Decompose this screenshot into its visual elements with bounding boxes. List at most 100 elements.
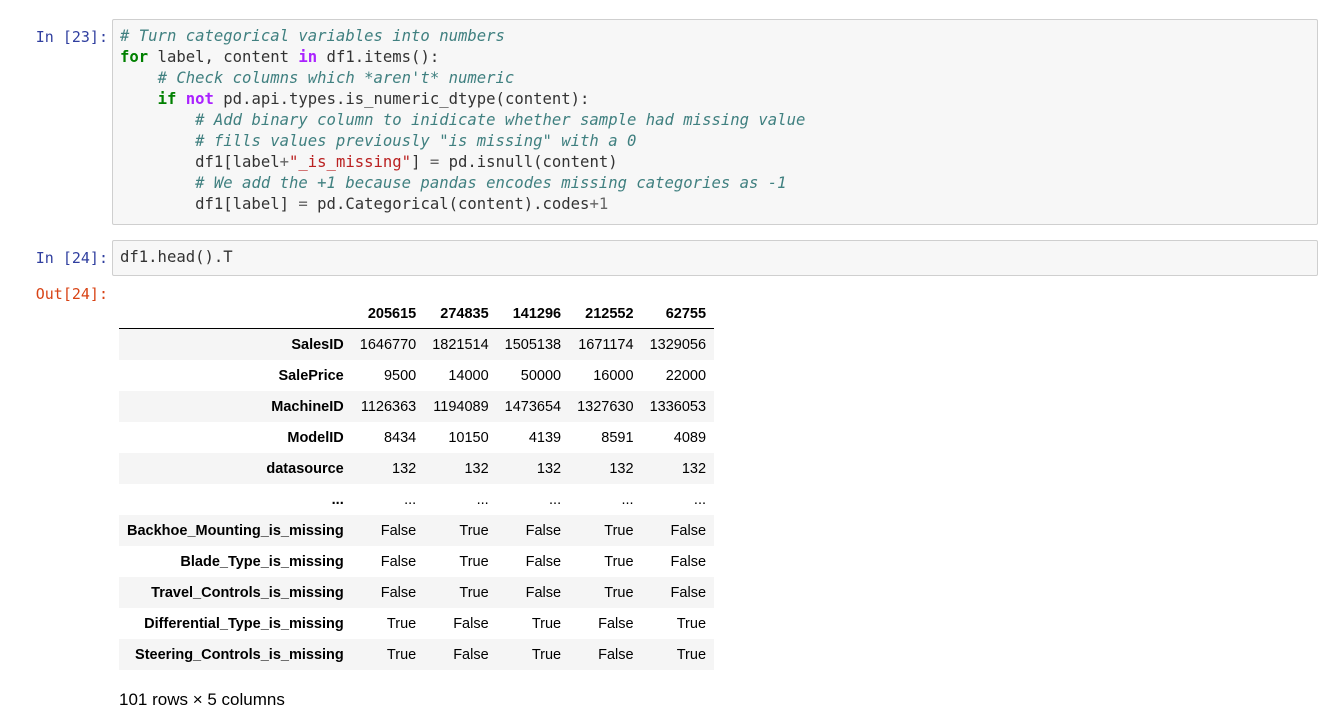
table-cell: 1194089 — [433, 398, 489, 415]
column-header: 62755 — [641, 300, 715, 329]
table-cell: False — [453, 646, 489, 663]
table-cell: 10150 — [448, 429, 489, 446]
code-token: df1.head().T — [120, 248, 233, 266]
table-cell: ... — [693, 491, 707, 508]
row-label: Differential_Type_is_missing — [144, 615, 344, 632]
table-cell: False — [670, 584, 707, 601]
table-cell: 132 — [609, 460, 634, 477]
code-cell-23[interactable]: In [23]: # Turn categorical variables in… — [0, 19, 1318, 225]
table-cell: 1821514 — [432, 336, 489, 353]
code-token: + — [279, 153, 289, 171]
code-token: in — [298, 48, 318, 66]
code-text-23[interactable]: # Turn categorical variables into number… — [113, 20, 1317, 221]
table-cell: True — [531, 646, 562, 663]
table-cell: False — [453, 615, 489, 632]
table-cell: True — [459, 584, 489, 601]
code-token: + — [589, 195, 599, 213]
row-label: ... — [331, 491, 344, 508]
code-token: # We add the +1 because pandas encodes m… — [195, 174, 787, 192]
code-token: df1[label] — [120, 195, 299, 213]
row-label: Blade_Type_is_missing — [180, 553, 344, 570]
code-editor-24[interactable]: df1.head().T — [112, 240, 1318, 276]
row-label: Steering_Controls_is_missing — [135, 646, 344, 663]
table-cell: 1329056 — [649, 336, 707, 353]
output-prompt-24: Out[24]: — [35, 285, 108, 303]
table-cell: ... — [404, 491, 417, 508]
table-row: SalePrice 9500 14000 50000 16000 22000 — [119, 360, 714, 391]
table-cell: 1473654 — [504, 398, 562, 415]
table-cell: 132 — [392, 460, 417, 477]
table-row: .................. — [119, 484, 714, 515]
table-cell: ... — [621, 491, 634, 508]
code-text-24[interactable]: df1.head().T — [113, 241, 1317, 274]
code-token: label, content — [148, 48, 299, 66]
table-cell: True — [459, 553, 489, 570]
code-token: "_is_missing" — [289, 153, 412, 171]
table-row: Travel_Controls_is_missing False True False… — [119, 577, 715, 608]
table-cell: True — [604, 522, 634, 539]
code-editor-23[interactable]: # Turn categorical variables into number… — [112, 19, 1318, 225]
table-cell: False — [525, 584, 562, 601]
table-cell: ... — [476, 491, 489, 508]
table-row: Blade_Type_is_missing False True False True F… — [119, 546, 714, 577]
table-cell: False — [380, 553, 417, 570]
code-token: # Add binary column to inidicate whether… — [195, 111, 806, 129]
code-token: = — [429, 153, 440, 171]
table-cell: 132 — [681, 460, 707, 477]
column-header: 212552 — [569, 300, 642, 329]
dataframe-table: 205615 274835 141296 212552 62755 SalesID 164… — [119, 300, 715, 670]
table-cell: 1327630 — [577, 398, 634, 415]
code-token: not — [185, 90, 214, 108]
row-label: Travel_Controls_is_missing — [151, 584, 344, 601]
table-header-row: 205615 274835 141296 212552 62755 — [119, 300, 715, 329]
table-cell: False — [380, 522, 417, 539]
code-token: # fills values previously "is missing" w… — [195, 132, 637, 150]
code-token: df1.items(): — [317, 48, 440, 66]
table-cell: 8591 — [601, 429, 634, 446]
row-label: datasource — [266, 460, 344, 477]
input-prompt-24: In [24]: — [35, 249, 108, 267]
table-cell: 1646770 — [359, 336, 417, 353]
table-cell: 132 — [536, 460, 562, 477]
table-cell: ... — [549, 491, 562, 508]
dataframe-shape: 101 rows × 5 columns — [119, 690, 285, 709]
table-row: Differential_Type_is_missing True False Tru… — [119, 608, 714, 639]
table-cell: False — [598, 646, 634, 663]
table-cell: 22000 — [665, 367, 707, 384]
column-header: 205615 — [351, 300, 425, 329]
code-cell-24[interactable]: In [24]: df1.head().T — [0, 240, 1318, 276]
table-row: SalesID 1646770 1821514 1505138 1671174 13290… — [119, 328, 715, 360]
table-cell: 16000 — [593, 367, 634, 384]
code-token: # Turn categorical variables into number… — [120, 27, 505, 45]
table-cell: 8434 — [383, 429, 417, 446]
table-cell: 1505138 — [504, 336, 562, 353]
table-cell: False — [380, 584, 417, 601]
code-token: df1[label — [120, 153, 280, 171]
table-cell: True — [386, 646, 417, 663]
table-row: Backhoe_Mounting_is_missing False True Fals… — [119, 515, 715, 546]
table-row: datasource 132 132 132 132 132 — [119, 453, 715, 484]
table-cell: True — [386, 615, 417, 632]
index-header — [119, 300, 352, 329]
table-row: Steering_Controls_is_missing True False Tru… — [119, 639, 715, 670]
table-row: ModelID 8434 10150 4139 8591 4089 — [119, 422, 714, 453]
table-cell: True — [676, 646, 707, 663]
table-cell: 14000 — [448, 367, 489, 384]
table-cell: False — [670, 522, 707, 539]
table-cell: True — [531, 615, 562, 632]
code-token: ] — [411, 153, 430, 171]
table-cell: True — [676, 615, 707, 632]
table-cell: 4139 — [528, 429, 562, 446]
table-cell: 50000 — [520, 367, 562, 384]
table-cell: False — [525, 553, 562, 570]
code-token: if — [157, 90, 177, 108]
table-cell: 9500 — [383, 367, 417, 384]
table-cell: False — [525, 522, 562, 539]
code-token: pd.isnull(content) — [439, 153, 618, 171]
table-cell: 132 — [464, 460, 489, 477]
